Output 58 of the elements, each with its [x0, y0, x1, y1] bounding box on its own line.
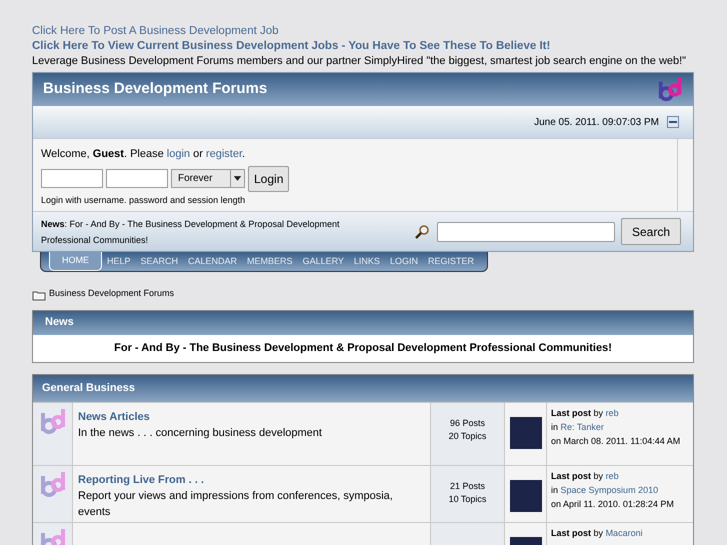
board-description: In the news . . . concerning business development — [78, 426, 323, 441]
date-time: June 05. 2011. 09:07:03 PM — [534, 116, 659, 130]
topic-link[interactable]: Space Symposium 2010 — [560, 484, 658, 494]
job-link[interactable]: Click Here To Post A Business Development Job — [32, 25, 279, 37]
nav-tab[interactable]: HOME — [49, 252, 102, 271]
last-post-topic: in Re: Tanker — [551, 420, 605, 434]
login-hint: Login with username. password and session length — [41, 194, 246, 207]
session-dropdown[interactable]: Forever — [171, 169, 245, 188]
caret-icon — [230, 170, 244, 187]
board-title[interactable]: News Articles — [78, 408, 425, 425]
topic-count: 20 Topics — [448, 430, 486, 442]
author-link[interactable]: reb — [606, 408, 619, 418]
board-title[interactable]: Reporting Live From . . . — [78, 472, 425, 488]
last-post-author: Last post by reb — [551, 406, 620, 420]
logo-icon — [38, 472, 66, 498]
nav-tab[interactable]: MEMBERS — [242, 252, 298, 271]
username-field[interactable] — [41, 169, 103, 188]
password-field[interactable] — [106, 169, 168, 188]
news-header: News — [33, 310, 693, 334]
search-icon — [415, 224, 429, 238]
nav-tab[interactable]: LINKS — [348, 252, 385, 271]
collapse-button[interactable] — [667, 116, 679, 128]
topic-count: 10 Topics — [448, 492, 486, 506]
board-description: Report your views and impressions from conferences, symposia, events — [78, 489, 394, 520]
avatar-placeholder — [510, 416, 542, 448]
post-count: 96 Posts — [450, 416, 486, 430]
category-header: General Business — [33, 374, 693, 402]
nav-tab[interactable]: CALENDAR — [183, 252, 242, 271]
search-field[interactable] — [437, 222, 615, 242]
search-button[interactable]: Search — [621, 218, 682, 245]
nav-tab[interactable]: REGISTER — [422, 252, 479, 271]
author-link[interactable]: reb — [606, 470, 619, 480]
forum-title: Business Development Forums — [43, 79, 268, 100]
folder-icon — [32, 290, 46, 300]
last-post-author: Last post by reb — [551, 470, 620, 482]
news-text: News: For - And By - The Business Development & Proposal Development Professional Communities! — [41, 218, 340, 246]
logo-icon — [38, 408, 66, 434]
nav-tab[interactable]: GALLERY — [298, 252, 349, 271]
news-headline: For - And By - The Business Development & Proposal Development Professional Communities! — [113, 340, 613, 356]
tagline: Leverage Business Development Forums members and our partner SimplyHired "the biggest, smartest job search engine on the web!" — [32, 55, 686, 67]
avatar-placeholder — [510, 480, 542, 512]
logo-icon — [657, 76, 683, 102]
breadcrumb-link[interactable]: Business Development Forums — [49, 287, 174, 300]
nav-tab[interactable]: SEARCH — [136, 252, 184, 271]
last-post-date: on April 11. 2010. 01:28:24 PM — [551, 498, 675, 510]
last-post-topic: in Space Symposium 2010 — [551, 484, 660, 496]
login-button[interactable]: Login — [248, 166, 290, 192]
author-link[interactable]: Macaroni — [606, 528, 643, 538]
job-link[interactable]: Click Here To View Current Business Development Jobs - You Have To See These To Believe It! — [32, 40, 550, 52]
topic-link[interactable]: Re: Tanker — [560, 422, 604, 432]
login-link[interactable]: login — [166, 148, 190, 160]
nav-tab[interactable]: HELP — [102, 252, 136, 271]
post-count: 21 Posts — [450, 480, 486, 492]
register-link[interactable]: register — [206, 148, 242, 160]
last-post-date: on March 08. 2011. 11:04:44 AM — [551, 434, 682, 448]
last-post-author: Last post by Macaroni — [551, 526, 644, 540]
welcome-message: Welcome, Guest. Please login or register. — [41, 147, 246, 162]
nav-tab[interactable]: LOGIN — [384, 252, 423, 271]
